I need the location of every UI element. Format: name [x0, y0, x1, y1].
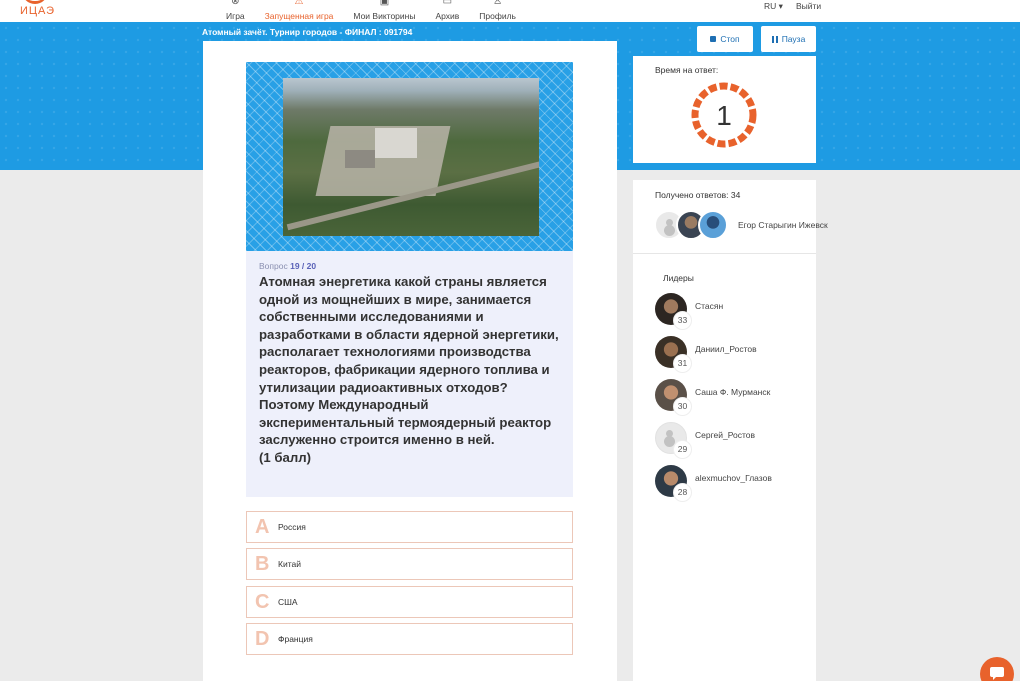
timer-ring: 1 [691, 82, 757, 148]
answer-option-b[interactable]: B Китай [246, 548, 573, 580]
divider [633, 253, 816, 254]
logo-arc-icon [22, 0, 48, 4]
quizzes-icon: ▣ [379, 0, 390, 7]
logout-link[interactable]: Выйти [796, 1, 821, 11]
running-game-icon: ⚠ [294, 0, 304, 7]
answer-letter: B [255, 553, 270, 575]
timer-value: 1 [716, 100, 732, 131]
avatar [698, 210, 728, 240]
answer-text: Франция [278, 634, 313, 644]
leader-name: Саша Ф. Мурманск [695, 387, 771, 397]
leader-score: 31 [673, 354, 692, 373]
answer-letter: A [255, 516, 270, 538]
nav-item-running-game[interactable]: ⚠ Запущенная игра [255, 0, 344, 22]
question-points: (1 балл) [259, 449, 312, 465]
game-title: Атомный зачёт. Турнир городов - ФИНАЛ : … [202, 27, 413, 37]
answer-text: Китай [278, 559, 301, 569]
answer-letter: D [255, 628, 270, 650]
answer-letter: C [255, 591, 270, 613]
logo-text: ИЦАЭ [20, 5, 56, 17]
answer-text: Россия [278, 522, 306, 532]
nav-item-game[interactable]: ⊗ Игра [216, 0, 255, 22]
leader-score: 30 [673, 397, 692, 416]
timer-label: Время на ответ: [655, 65, 719, 75]
auxiliary-building [345, 150, 375, 168]
pause-icon [771, 35, 778, 43]
chat-icon [990, 667, 1004, 680]
gamepad-icon: ⊗ [231, 0, 240, 7]
question-number-prefix: Вопрос [259, 261, 288, 271]
leader-name: Даниил_Ростов [695, 344, 757, 354]
language-dropdown[interactable]: RU ▾ [764, 1, 783, 12]
leader-name: alexmuchov_Глазов [695, 473, 772, 483]
top-navbar: ИЦАЭ ⊗ Игра ⚠ Запущенная игра ▣ Мои Викт… [0, 0, 1020, 22]
responses-count: Получено ответов: 34 [655, 190, 741, 200]
question-number-value: 19 / 20 [290, 261, 317, 271]
leader-score: 28 [673, 483, 692, 502]
nav-item-profile[interactable]: ♙ Профиль [469, 0, 526, 22]
question-number: Вопрос 19 / 20 [259, 261, 316, 271]
logo[interactable]: ИЦАЭ [18, 0, 58, 20]
answer-option-c[interactable]: C США [246, 586, 573, 618]
profile-icon: ♙ [493, 0, 503, 7]
question-image [283, 78, 539, 236]
leader-score: 33 [673, 311, 692, 330]
nav-item-my-quizzes[interactable]: ▣ Мои Викторины [343, 0, 425, 22]
archive-icon: ▭ [442, 0, 453, 7]
pause-button[interactable]: Пауза [761, 26, 816, 52]
stop-label: Стоп [720, 34, 740, 44]
leader-name: Сергей_Ростов [695, 430, 756, 440]
recent-responder-name: Егор Старыгин Ижевск [738, 220, 828, 230]
reactor-building [375, 128, 417, 158]
main-nav: ⊗ Игра ⚠ Запущенная игра ▣ Мои Викторины… [216, 0, 526, 22]
question-body: Атомная энергетика какой страны является… [259, 274, 559, 448]
answer-text: США [278, 597, 298, 607]
nav-item-archive[interactable]: ▭ Архив [425, 0, 469, 22]
leader-name: Стасян [695, 301, 724, 311]
pause-label: Пауза [781, 34, 806, 44]
question-text: Атомная энергетика какой страны является… [259, 273, 559, 467]
stop-button[interactable]: Стоп [697, 26, 753, 52]
answer-option-a[interactable]: A Россия [246, 511, 573, 543]
stop-icon [710, 36, 717, 42]
leaders-heading: Лидеры [663, 273, 694, 283]
answer-option-d[interactable]: D Франция [246, 623, 573, 655]
leader-score: 29 [673, 440, 692, 459]
